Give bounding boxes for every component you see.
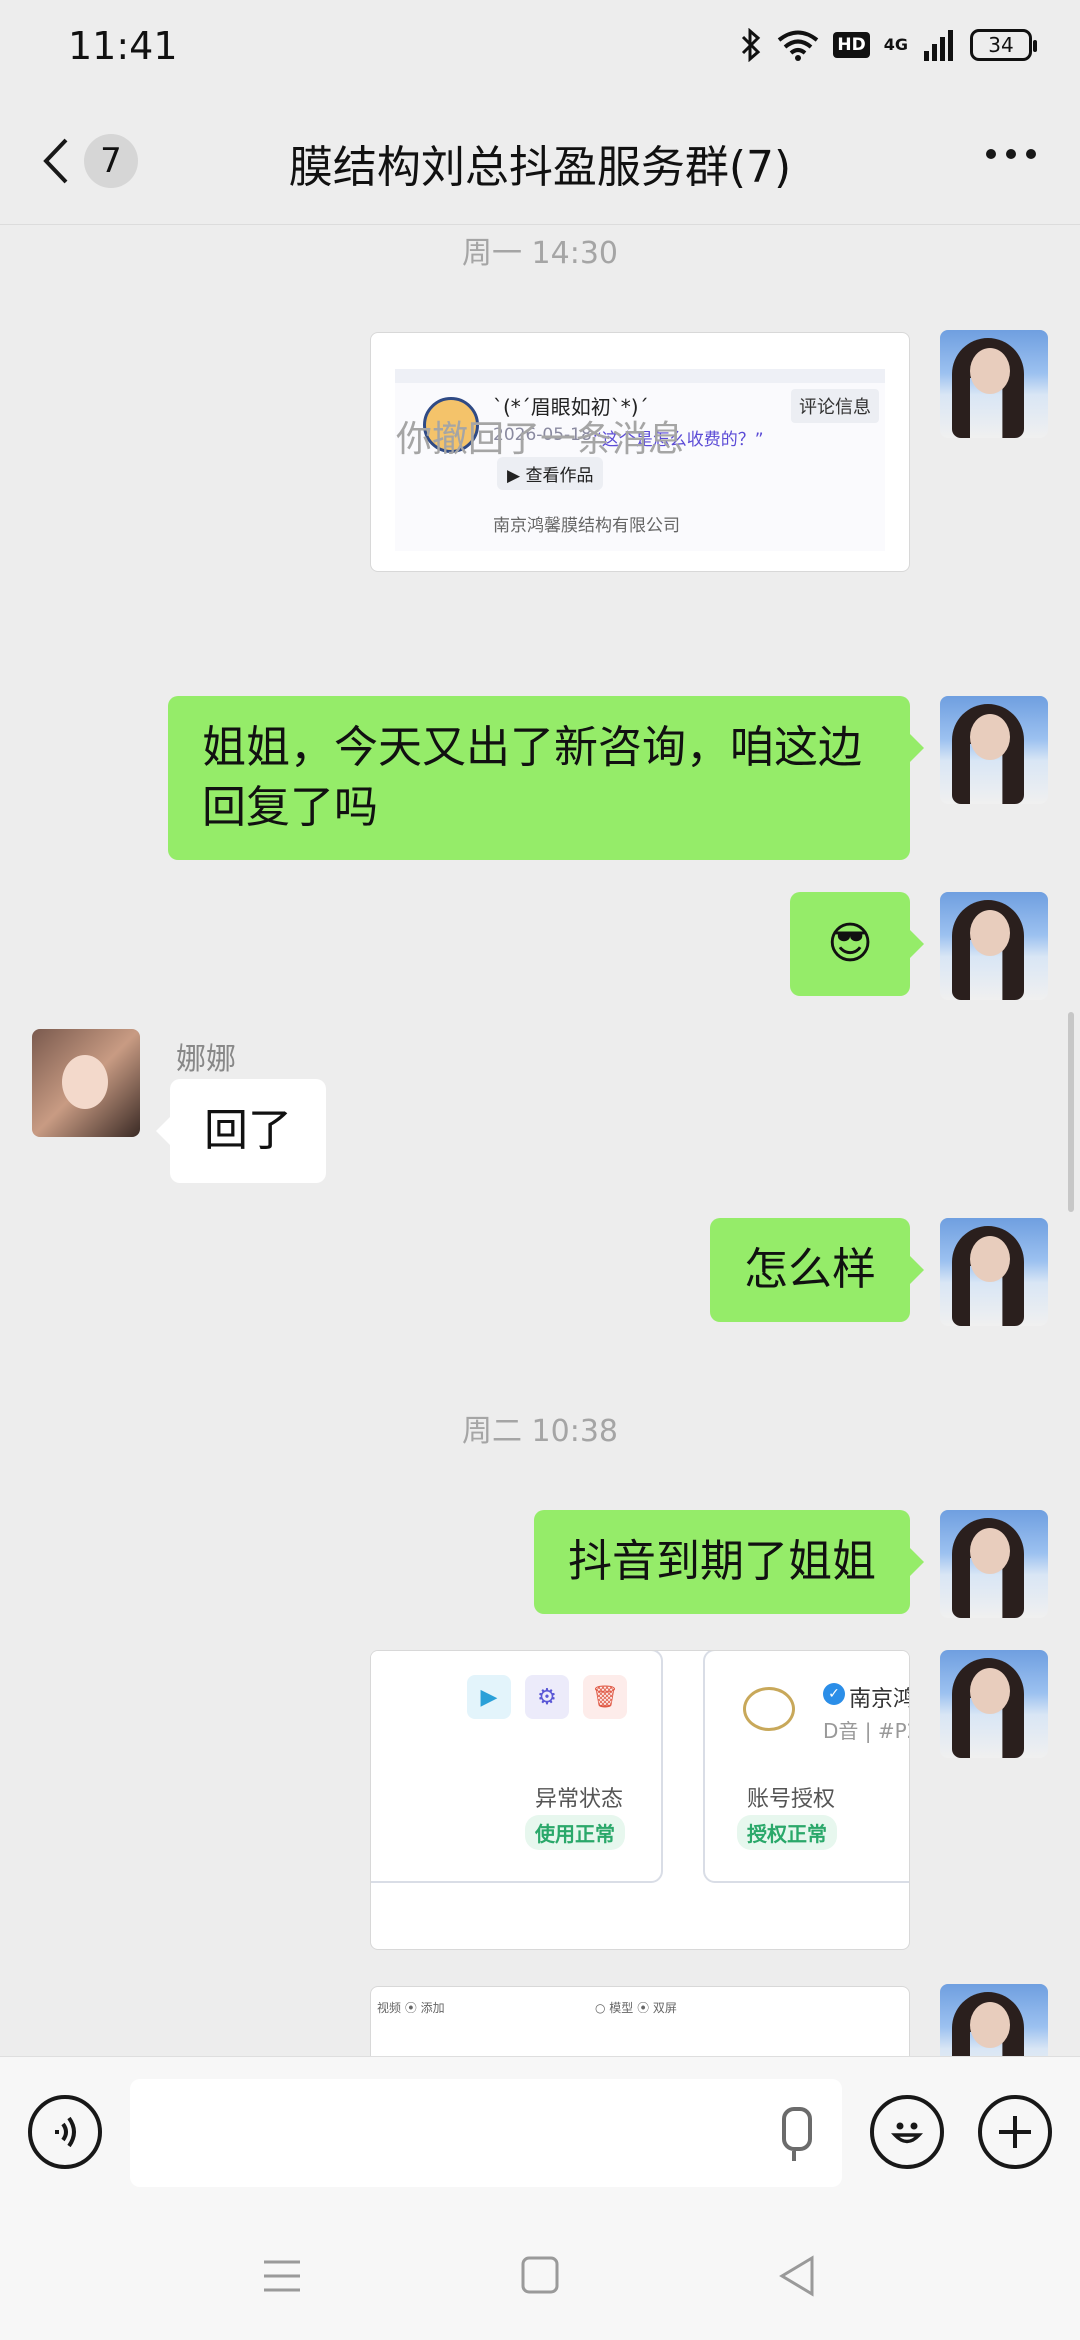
voice-icon — [55, 2116, 76, 2148]
image-message-account-card[interactable]: ▶ ⚙ 🗑 异常状态 使用正常 ✓ 南京鸿 D音 | #P2 账号授权 授权正常 — [370, 1650, 910, 1950]
plus-button[interactable] — [978, 2095, 1052, 2169]
plus-icon — [999, 2116, 1031, 2148]
more-icon — [986, 149, 1036, 159]
mic-icon[interactable] — [772, 2107, 816, 2161]
timestamp: 周一 14:30 — [462, 236, 618, 271]
my-avatar[interactable] — [940, 1650, 1048, 1758]
partial-left-text: 视频 ⦿ 添加 — [377, 2001, 445, 2015]
sender-name: 娜娜 — [176, 1042, 236, 1077]
bluetooth-icon — [742, 28, 761, 62]
view-work-label: 查看作品 — [525, 466, 594, 486]
back-triangle-icon — [779, 2255, 814, 2297]
partial-right-text: ○ 模型 ⦿ 双屏 — [595, 2001, 677, 2015]
my-message-bubble[interactable]: 怎么样 — [710, 1218, 924, 1322]
my-avatar[interactable] — [940, 1218, 1048, 1326]
other-message-bubble[interactable]: 回了 — [156, 1079, 326, 1183]
wifi-icon — [778, 30, 819, 61]
brand-name: 南京鸿 — [849, 1687, 910, 1712]
chat-title: 膜结构刘总抖盈服务群(7) — [288, 142, 792, 193]
my-emoji-bubble[interactable]: 😎 — [790, 892, 924, 996]
voice-button[interactable] — [28, 2095, 102, 2169]
avatar-face — [62, 1055, 108, 1109]
message-input[interactable] — [130, 2079, 842, 2187]
home-square-icon — [521, 2256, 559, 2294]
nav-menu-button[interactable] — [252, 2248, 312, 2304]
nav-home-button[interactable] — [510, 2248, 570, 2304]
brand-logo — [743, 1687, 795, 1731]
emoji-button[interactable] — [870, 2095, 944, 2169]
system-nav-bar — [0, 2208, 1080, 2340]
recall-notice: 你撤回了一条消息 — [395, 419, 684, 460]
battery-icon: 34 — [970, 29, 1037, 61]
scrollbar[interactable] — [1068, 1012, 1074, 1212]
status-time: 11:41 — [68, 24, 178, 68]
other-avatar[interactable] — [32, 1029, 140, 1137]
my-message-bubble[interactable]: 抖音到期了姐姐 — [534, 1510, 924, 1614]
video-icon: ▶ — [467, 1675, 511, 1719]
my-avatar[interactable] — [940, 1984, 1048, 2056]
my-avatar[interactable] — [940, 892, 1048, 1000]
my-avatar[interactable] — [940, 696, 1048, 804]
auth-label: 账号授权 — [747, 1787, 836, 1812]
avatar-face — [970, 2002, 1010, 2048]
gear-icon: ⚙ — [525, 1675, 569, 1719]
image-message-partial[interactable]: 视频 ⦿ 添加 ○ 模型 ⦿ 双屏 — [370, 1986, 910, 2056]
hd-badge: HD — [833, 32, 870, 58]
status-pill: 使用正常 — [525, 1815, 625, 1850]
verified-icon: ✓ — [823, 1683, 845, 1705]
brand-subtitle: D音 | #P2 — [823, 1719, 910, 1743]
avatar-face — [970, 1236, 1010, 1282]
auth-pill: 授权正常 — [737, 1815, 837, 1850]
avatar-face — [970, 714, 1010, 760]
chat-header: 7 膜结构刘总抖盈服务群(7) — [0, 95, 1080, 225]
status-label: 异常状态 — [535, 1787, 624, 1812]
status-bar: 11:41 HD 4G 34 — [0, 0, 1080, 95]
menu-icon — [264, 2260, 300, 2292]
my-avatar[interactable] — [940, 1510, 1048, 1618]
avatar-face — [970, 1528, 1010, 1574]
status-icons: HD 4G 34 — [739, 28, 1037, 62]
my-message-bubble[interactable]: 姐姐，今天又出了新咨询，咱这边回复了吗 — [168, 696, 924, 860]
network-type: 4G — [883, 35, 908, 54]
trash-icon: 🗑 — [583, 1675, 627, 1719]
chat-messages[interactable]: 周一 14:30 ˋ(*ˊ眉眼如初ˋ*)ˊ 评论信息 2026-05-18 “这… — [0, 226, 1080, 2056]
avatar-face — [970, 348, 1010, 394]
company-name: 南京鸿馨膜结构有限公司 — [493, 516, 680, 536]
signal-icon — [924, 30, 953, 61]
avatar-face — [970, 1668, 1010, 1714]
timestamp: 周二 10:38 — [462, 1414, 618, 1449]
card-topbar — [395, 369, 885, 383]
avatar-face — [970, 910, 1010, 956]
nav-back-button[interactable] — [768, 2248, 828, 2304]
emoji-icon — [891, 2122, 923, 2144]
more-options-button[interactable] — [976, 129, 1046, 189]
input-bar — [0, 2056, 1080, 2208]
